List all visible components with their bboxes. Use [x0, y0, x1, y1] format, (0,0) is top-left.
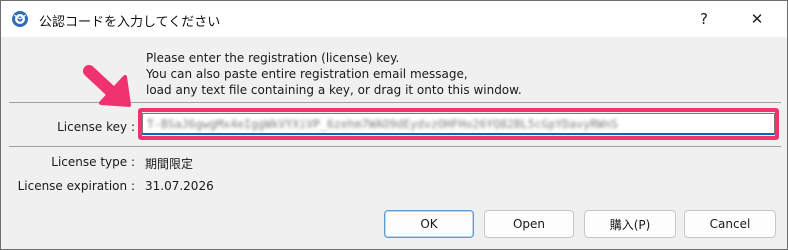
license-key-label: License key : [57, 120, 135, 134]
divider-bottom [9, 146, 781, 147]
license-expiration-value: 31.07.2026 [145, 179, 214, 193]
license-key-highlight [138, 108, 779, 140]
instruction-line-1: Please enter the registration (license) … [146, 51, 400, 65]
close-button[interactable]: ✕ [734, 1, 780, 37]
help-button[interactable]: ? [681, 1, 727, 37]
instruction-line-3: load any text file containing a key, or … [146, 83, 522, 97]
help-icon: ? [700, 10, 708, 28]
title-bar: 公認コードを入力してください ? ✕ [1, 1, 787, 37]
license-expiration-label: License expiration : [17, 179, 135, 193]
license-type-value: 期間限定 [145, 157, 194, 171]
ok-button[interactable]: OK [384, 210, 474, 238]
close-icon: ✕ [750, 10, 764, 28]
license-dialog: 公認コードを入力してください ? ✕ Please enter the regi… [0, 0, 788, 250]
cancel-button[interactable]: Cancel [684, 210, 776, 238]
pointer-arrow-annotation [83, 65, 131, 107]
instruction-line-2: You can also paste entire registration e… [146, 67, 468, 81]
license-type-label: License type : [51, 155, 135, 169]
open-button[interactable]: Open [484, 210, 574, 238]
purchase-button[interactable]: 購入(P) [584, 210, 676, 238]
window-title: 公認コードを入力してください [39, 15, 221, 30]
app-icon [12, 11, 28, 27]
